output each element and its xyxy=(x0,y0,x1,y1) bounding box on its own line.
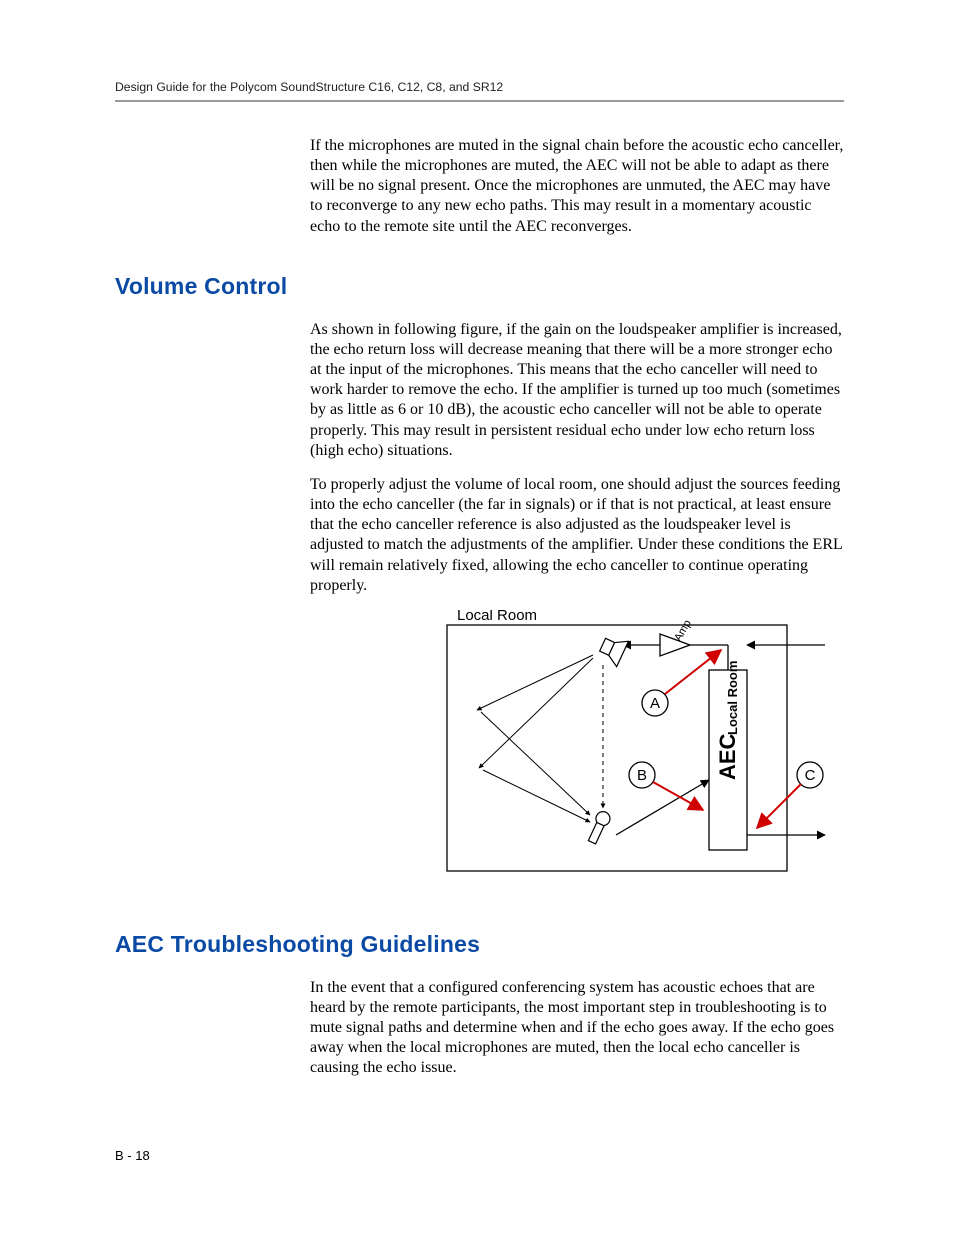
header-rule xyxy=(115,100,844,102)
figure-callout-a: A xyxy=(650,695,660,712)
volume-control-p2: To properly adjust the volume of local r… xyxy=(310,475,844,596)
speaker-icon xyxy=(597,632,629,667)
aec-trouble-body: In the event that a configured conferenc… xyxy=(310,978,844,1079)
figure-aec-sub: Local Room xyxy=(725,660,740,734)
figure-callout-c: C xyxy=(805,767,816,784)
aec-diagram: Local Room AEC Local Room Amp xyxy=(445,610,844,875)
intro-block: If the microphones are muted in the sign… xyxy=(310,136,844,237)
heading-volume-control: Volume Control xyxy=(115,273,844,300)
intro-paragraph: If the microphones are muted in the sign… xyxy=(310,136,844,237)
volume-control-p1: As shown in following figure, if the gai… xyxy=(310,320,844,461)
volume-control-body: As shown in following figure, if the gai… xyxy=(310,320,844,596)
figure-aec-main: AEC xyxy=(715,733,740,780)
aec-trouble-p1: In the event that a configured conferenc… xyxy=(310,978,844,1079)
figure-amp-label: Amp xyxy=(672,618,694,644)
heading-aec-troubleshooting: AEC Troubleshooting Guidelines xyxy=(115,931,844,958)
figure-callout-b: B xyxy=(637,767,647,784)
page: Design Guide for the Polycom SoundStruct… xyxy=(0,0,954,1235)
running-header: Design Guide for the Polycom SoundStruct… xyxy=(115,80,844,94)
figure-room-label: Local Room xyxy=(457,610,537,624)
page-number: B - 18 xyxy=(115,1148,150,1163)
